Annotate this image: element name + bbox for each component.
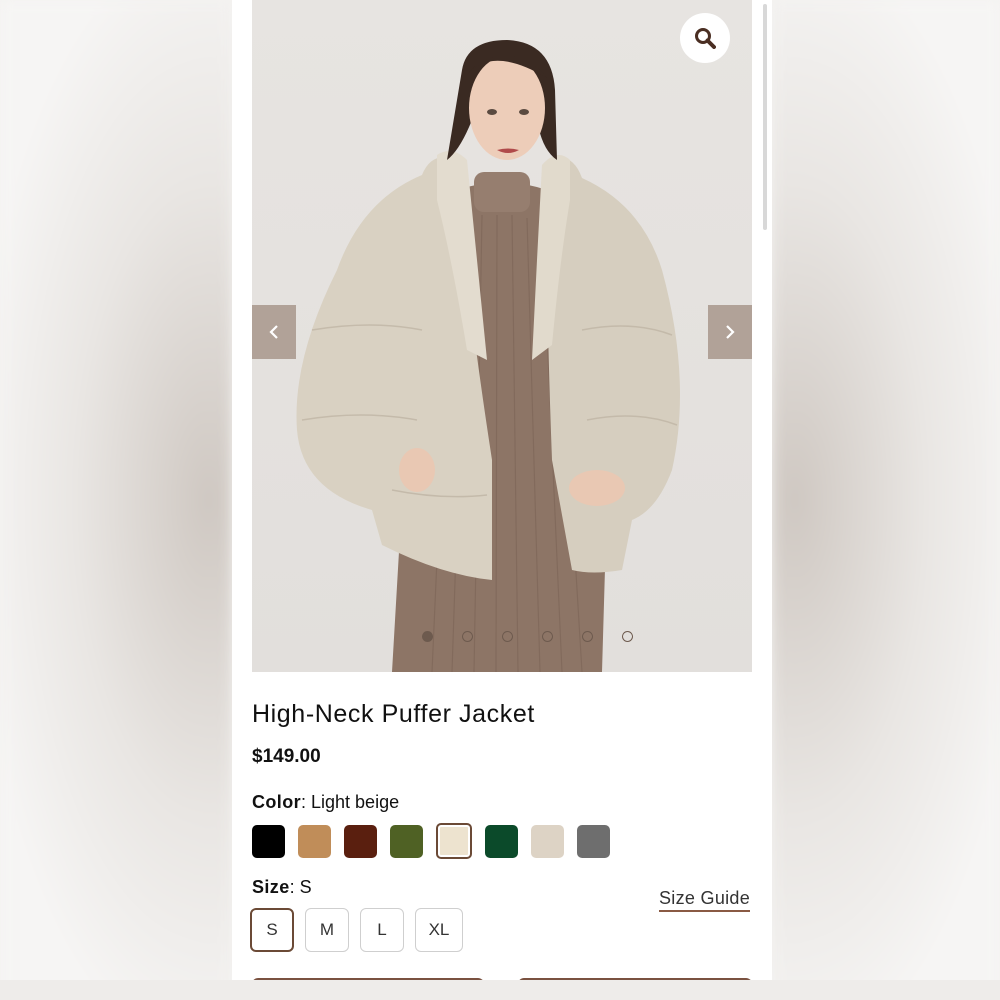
- bottom-bar: [0, 980, 1000, 1000]
- gallery-dot[interactable]: [462, 631, 473, 642]
- color-swatch-grey[interactable]: [577, 825, 610, 858]
- zoom-button[interactable]: [680, 13, 730, 63]
- size-guide-link[interactable]: Size Guide: [659, 888, 751, 912]
- color-swatches: [252, 823, 610, 859]
- gallery-next-button[interactable]: [708, 305, 752, 359]
- gallery-dot[interactable]: [582, 631, 593, 642]
- gallery-dot[interactable]: [542, 631, 553, 642]
- gallery-prev-button[interactable]: [252, 305, 296, 359]
- color-label: Color: [252, 792, 301, 812]
- color-swatch-olive[interactable]: [390, 825, 423, 858]
- background-blur-right: [772, 0, 1000, 1000]
- size-selection-label: Size: S: [252, 877, 312, 897]
- color-swatch-green[interactable]: [485, 825, 518, 858]
- magnifier-icon: [695, 28, 716, 49]
- product-page: High-Neck Puffer Jacket $149.00 Color: L…: [232, 0, 772, 980]
- size-option-xl[interactable]: XL: [415, 908, 463, 952]
- selected-size: S: [299, 877, 312, 897]
- product-price: $149.00: [252, 746, 321, 767]
- size-label: Size: [252, 877, 290, 897]
- size-option-s[interactable]: S: [250, 908, 294, 952]
- chevron-right-icon: [726, 325, 735, 339]
- product-title: High-Neck Puffer Jacket: [252, 700, 535, 728]
- product-gallery[interactable]: [252, 0, 752, 672]
- color-swatch-black[interactable]: [252, 825, 285, 858]
- gallery-dot[interactable]: [622, 631, 633, 642]
- size-options: S M L XL: [250, 908, 463, 952]
- background-blur-left: [0, 0, 232, 1000]
- selected-color: Light beige: [311, 792, 400, 812]
- gallery-dot[interactable]: [502, 631, 513, 642]
- size-option-l[interactable]: L: [360, 908, 404, 952]
- color-swatch-brown[interactable]: [344, 825, 377, 858]
- color-swatch-camel[interactable]: [298, 825, 331, 858]
- product-photo: [296, 40, 680, 672]
- color-selection-label: Color: Light beige: [252, 792, 400, 812]
- size-option-m[interactable]: M: [305, 908, 349, 952]
- gallery-dots: [422, 631, 633, 642]
- gallery-dot[interactable]: [422, 631, 433, 642]
- color-swatch-light-beige[interactable]: [436, 823, 472, 859]
- color-swatch-sand[interactable]: [531, 825, 564, 858]
- scrollbar[interactable]: [763, 4, 767, 230]
- chevron-left-icon: [269, 325, 278, 339]
